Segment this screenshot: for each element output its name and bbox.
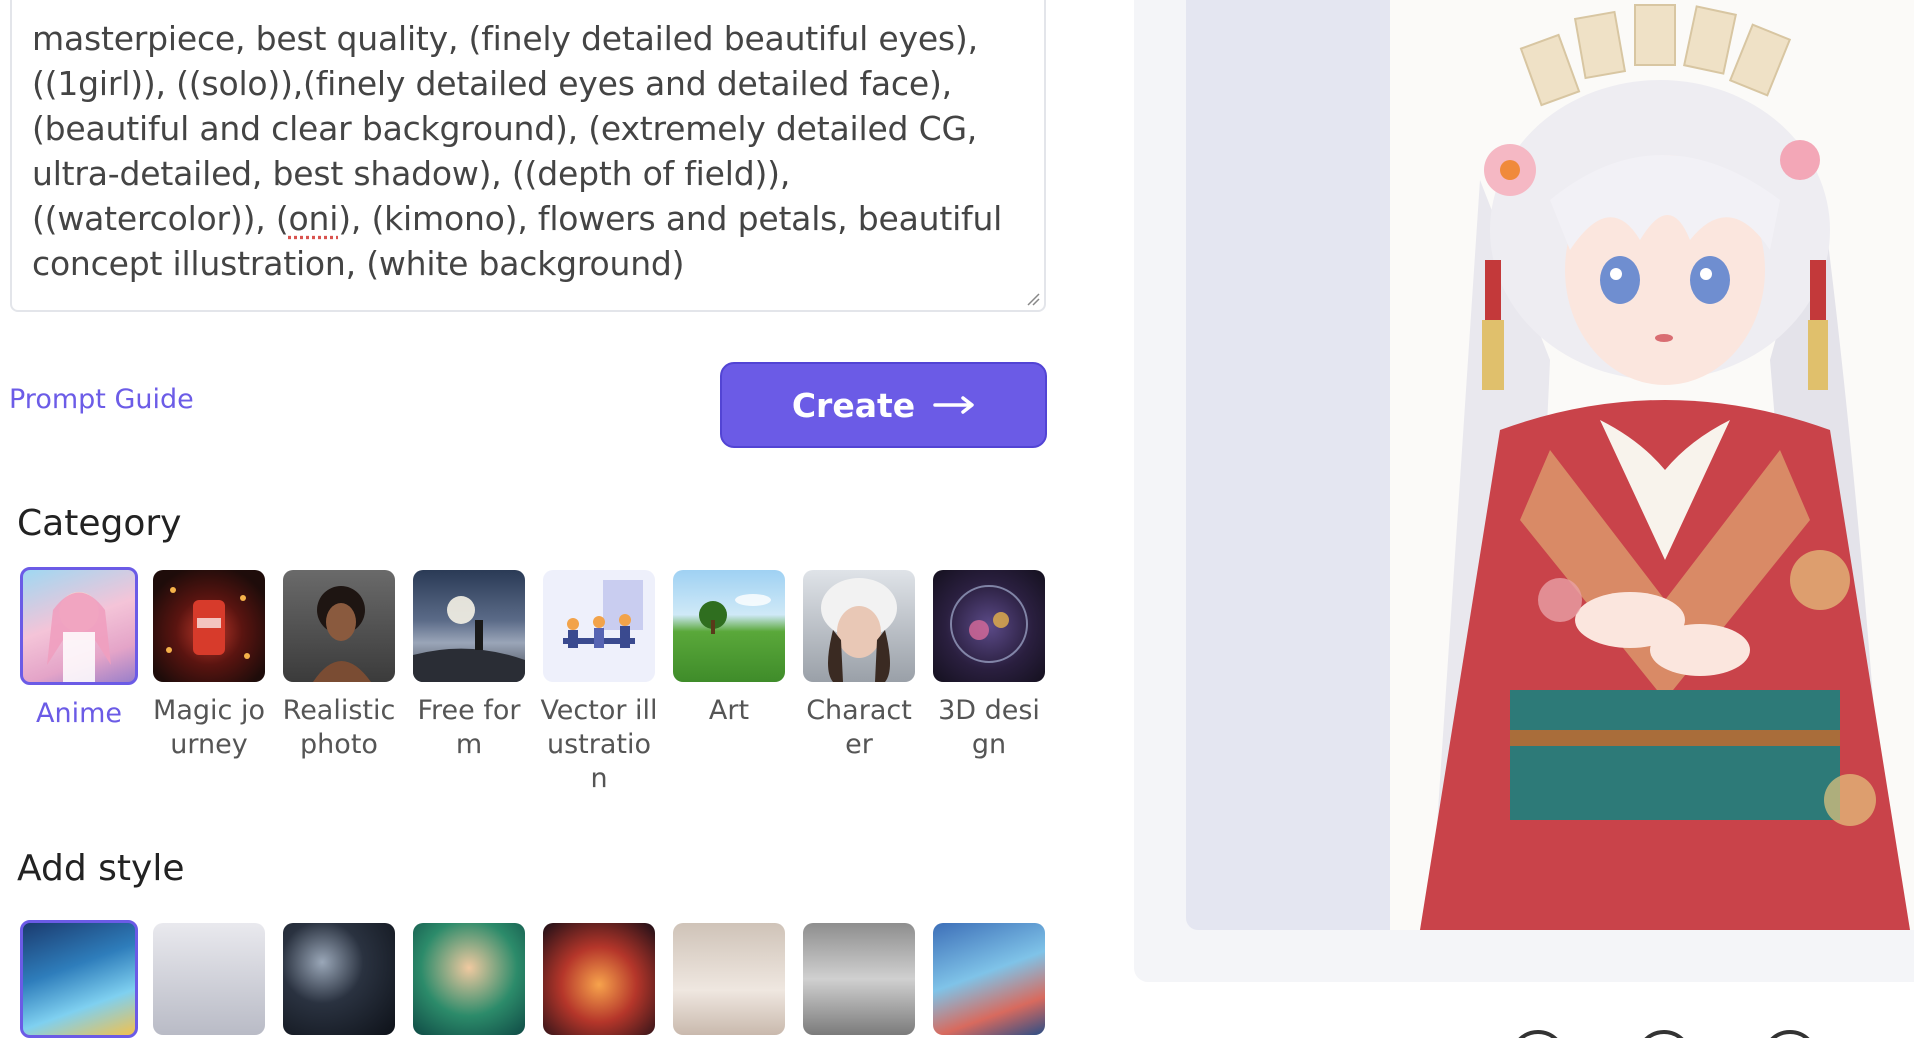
magic-journey-thumb <box>153 570 265 682</box>
generated-image-preview[interactable] <box>1390 0 1914 930</box>
pagination-dot[interactable] <box>1636 1030 1692 1038</box>
preview-pagination <box>1510 1030 1818 1038</box>
category-item-magic-journey[interactable]: Magic journey <box>144 570 274 796</box>
category-label: Realistic photo <box>282 695 396 760</box>
category-label: Anime <box>36 698 122 729</box>
category-label: Vector illustration <box>540 695 658 794</box>
style-item-1[interactable] <box>14 920 144 1038</box>
anime-thumb <box>20 567 138 685</box>
create-button-label: Create <box>791 385 916 425</box>
pagination-dot[interactable] <box>1510 1030 1566 1038</box>
realistic-photo-thumb <box>283 570 395 682</box>
arrow-right-icon <box>933 396 974 414</box>
category-title: Category <box>17 503 182 544</box>
create-button[interactable]: Create <box>720 362 1047 448</box>
style-thumb-3 <box>283 923 395 1035</box>
style-thumb-4 <box>413 923 525 1035</box>
category-list: Anime Magic journey Realistic photo Free… <box>14 567 1054 796</box>
category-label: Free form <box>417 695 521 760</box>
free-form-thumb <box>413 570 525 682</box>
page: masterpiece, best quality, (finely detai… <box>0 0 1914 1038</box>
category-item-vector-illustration[interactable]: Vector illustration <box>534 570 664 796</box>
style-item-6[interactable] <box>664 923 794 1038</box>
category-label: 3D design <box>938 695 1040 760</box>
style-item-7[interactable] <box>794 923 924 1038</box>
category-item-art[interactable]: Art <box>664 570 794 796</box>
prompt-guide-link[interactable]: Prompt Guide <box>9 384 194 415</box>
prompt-textarea[interactable]: masterpiece, best quality, (finely detai… <box>10 0 1046 312</box>
add-style-title: Add style <box>17 848 185 889</box>
style-thumb-8 <box>933 923 1045 1035</box>
category-item-3d-design[interactable]: 3D design <box>924 570 1054 796</box>
style-item-2[interactable] <box>144 923 274 1038</box>
character-thumb <box>803 570 915 682</box>
category-item-free-form[interactable]: Free form <box>404 570 534 796</box>
style-thumb-1 <box>20 920 138 1038</box>
resize-handle-icon[interactable] <box>1026 292 1040 306</box>
style-list <box>14 920 1054 1038</box>
art-thumb <box>673 570 785 682</box>
style-thumb-2 <box>153 923 265 1035</box>
category-item-realistic-photo[interactable]: Realistic photo <box>274 570 404 796</box>
style-item-8[interactable] <box>924 923 1054 1038</box>
style-item-3[interactable] <box>274 923 404 1038</box>
style-item-5[interactable] <box>534 923 664 1038</box>
3d-design-thumb <box>933 570 1045 682</box>
anime-girl-illustration <box>1420 4 1910 930</box>
prompt-text-misspelled: oni <box>288 199 339 238</box>
category-item-anime[interactable]: Anime <box>14 567 144 796</box>
category-label: Character <box>806 695 912 760</box>
style-thumb-5 <box>543 923 655 1035</box>
style-thumb-7 <box>803 923 915 1035</box>
vector-illustration-thumb <box>543 570 655 682</box>
category-item-character[interactable]: Character <box>794 570 924 796</box>
style-item-4[interactable] <box>404 923 534 1038</box>
pagination-dot[interactable] <box>1762 1030 1818 1038</box>
category-label: Magic journey <box>153 695 265 760</box>
category-label: Art <box>708 695 750 726</box>
style-thumb-6 <box>673 923 785 1035</box>
